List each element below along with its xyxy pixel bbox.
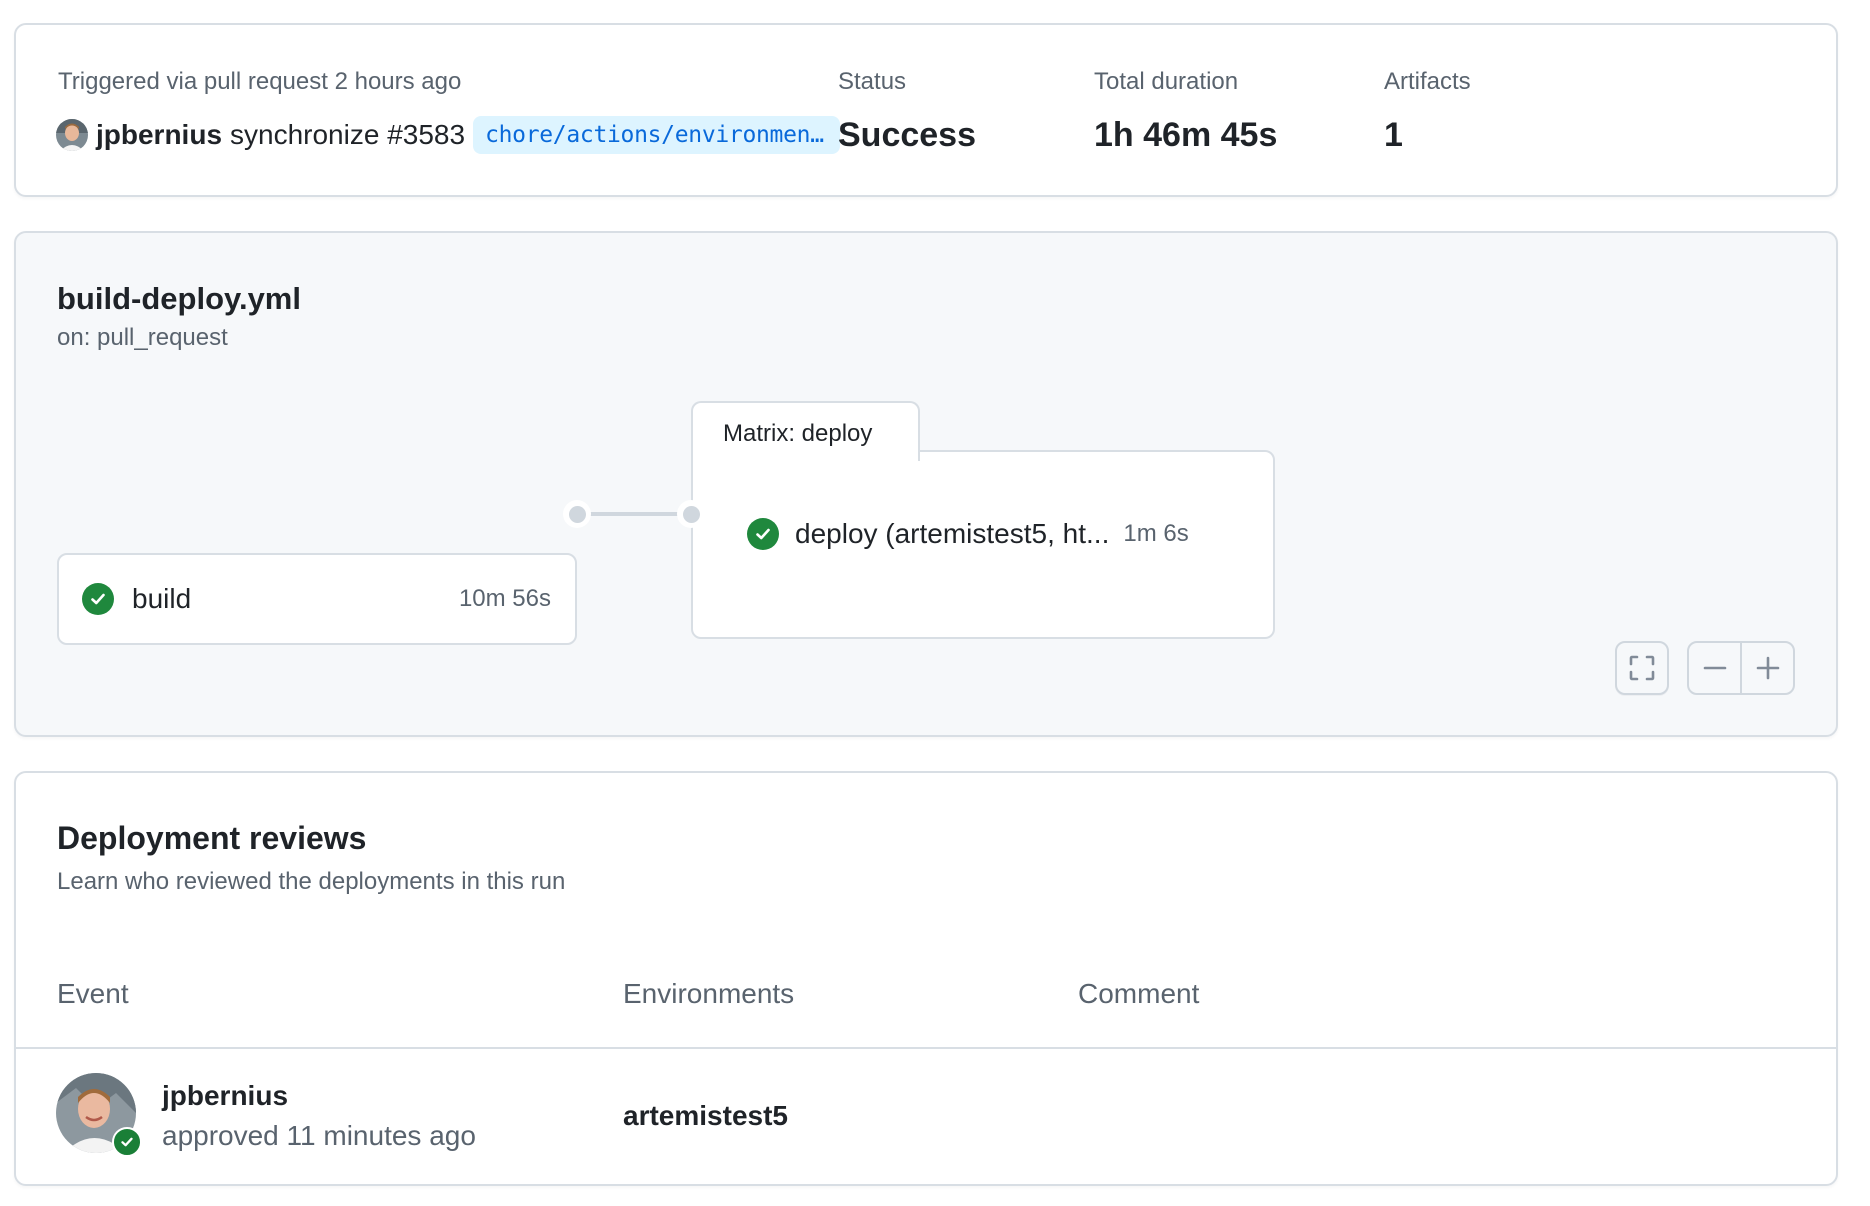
review-environment: artemistest5 bbox=[623, 1100, 788, 1131]
job-connector bbox=[577, 512, 691, 516]
duration-value: 1h 46m 45s bbox=[1094, 116, 1278, 154]
success-check-icon bbox=[747, 518, 779, 550]
deploy-input-port bbox=[677, 500, 705, 528]
minus-icon bbox=[1703, 666, 1726, 670]
actor-avatar[interactable] bbox=[56, 119, 88, 151]
fullscreen-button[interactable] bbox=[1615, 641, 1669, 695]
matrix-label: Matrix: deploy bbox=[723, 420, 873, 447]
reviews-title: Deployment reviews bbox=[57, 820, 367, 856]
job-deploy[interactable]: deploy (artemistest5, ht... 1m 6s bbox=[747, 514, 1189, 554]
trigger-details: jpbernius synchronize #3583 chore/action… bbox=[56, 115, 840, 155]
plus-icon bbox=[1756, 656, 1779, 680]
reviewer-name[interactable]: jpbernius bbox=[162, 1079, 288, 1113]
table-divider bbox=[16, 1047, 1836, 1049]
artifacts-value[interactable]: 1 bbox=[1384, 113, 1403, 157]
deployment-reviews-card: Deployment reviews Learn who reviewed th… bbox=[14, 771, 1838, 1186]
zoom-controls bbox=[1687, 641, 1795, 695]
fullscreen-icon bbox=[1629, 655, 1655, 681]
event-link[interactable]: synchronize #3583 bbox=[230, 119, 465, 151]
run-summary-card: Triggered via pull request 2 hours ago j… bbox=[14, 23, 1838, 197]
approved-check-icon bbox=[112, 1127, 142, 1157]
zoom-out-button[interactable] bbox=[1689, 643, 1740, 693]
job-build[interactable]: build 10m 56s bbox=[57, 553, 577, 645]
review-action: approved 11 minutes ago bbox=[162, 1120, 476, 1151]
matrix-deploy-group: deploy (artemistest5, ht... 1m 6s bbox=[691, 450, 1275, 639]
reviews-subtitle: Learn who reviewed the deployments in th… bbox=[57, 868, 566, 895]
zoom-in-button[interactable] bbox=[1740, 643, 1793, 693]
success-check-icon bbox=[82, 583, 114, 615]
status-value: Success bbox=[838, 116, 976, 154]
column-header-environments: Environments bbox=[623, 978, 795, 1009]
build-output-port bbox=[563, 500, 591, 528]
workflow-graph-card: build-deploy.yml on: pull_request build … bbox=[14, 231, 1838, 737]
actor-link[interactable]: jpbernius bbox=[96, 119, 222, 151]
job-name: deploy (artemistest5, ht... bbox=[795, 518, 1110, 549]
duration-label: Total duration bbox=[1094, 68, 1239, 95]
column-header-event: Event bbox=[57, 978, 129, 1009]
artifacts-label: Artifacts bbox=[1384, 68, 1471, 95]
workflow-file-name: build-deploy.yml bbox=[57, 281, 301, 316]
reviewer-avatar[interactable] bbox=[56, 1073, 142, 1157]
job-name: build bbox=[132, 583, 192, 614]
workflow-trigger: on: pull_request bbox=[57, 324, 228, 351]
job-duration: 10m 56s bbox=[458, 585, 551, 612]
status-label: Status bbox=[838, 68, 907, 95]
branch-link[interactable]: chore/actions/environmen… bbox=[473, 116, 840, 154]
column-header-comment: Comment bbox=[1078, 978, 1200, 1009]
trigger-label: Triggered via pull request 2 hours ago bbox=[58, 68, 462, 95]
job-duration: 1m 6s bbox=[1123, 520, 1189, 547]
